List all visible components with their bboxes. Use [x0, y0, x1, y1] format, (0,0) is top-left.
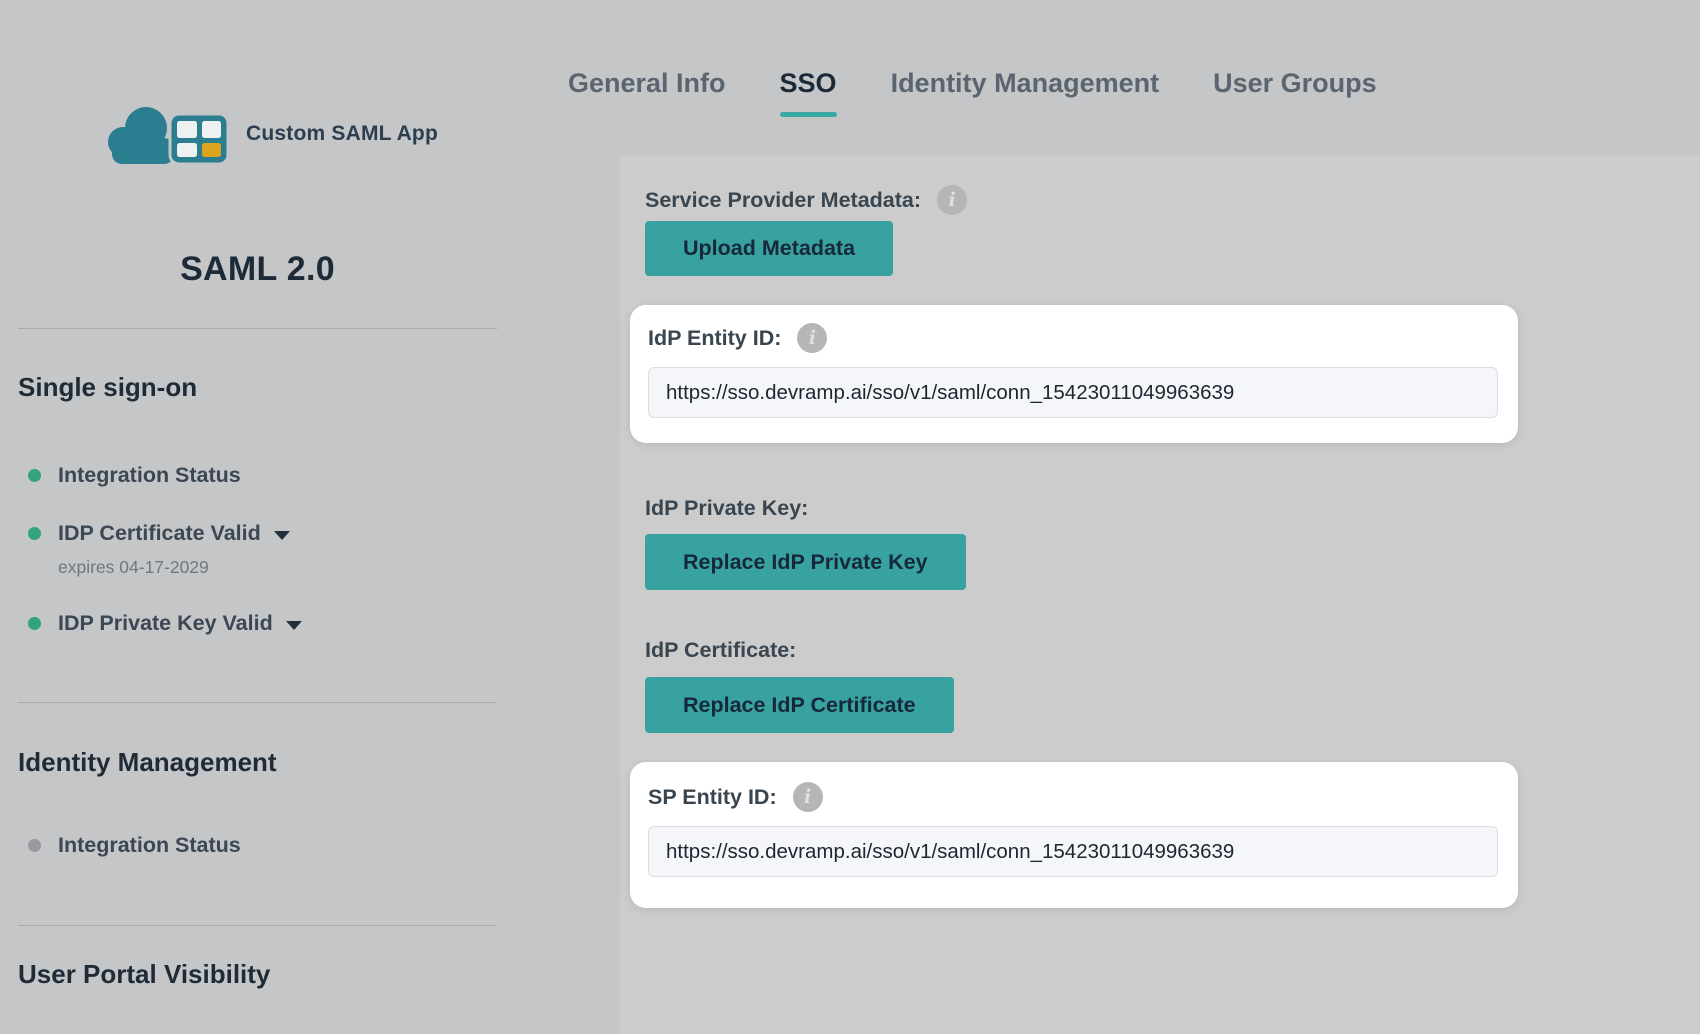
sidebar-divider	[18, 328, 497, 329]
sso-settings-panel: Service Provider Metadata: i Upload Meta…	[620, 155, 1700, 1034]
app-logo: Custom SAML App	[104, 102, 438, 166]
tab-identity-management[interactable]: Identity Management	[891, 68, 1160, 99]
info-icon[interactable]: i	[937, 185, 967, 215]
tab-sso[interactable]: SSO	[780, 68, 837, 117]
idp-entity-id-input[interactable]	[648, 367, 1498, 418]
tab-bar: General Info SSO Identity Management Use…	[568, 68, 1377, 117]
replace-idp-private-key-button[interactable]: Replace IdP Private Key	[645, 534, 966, 590]
sidebar-item-idm-integration-status: Integration Status	[18, 831, 241, 859]
status-dot-green-icon	[28, 469, 41, 482]
replace-idp-certificate-button[interactable]: Replace IdP Certificate	[645, 677, 954, 733]
protocol-title: SAML 2.0	[18, 250, 497, 289]
status-dot-gray-icon	[28, 839, 41, 852]
status-dot-green-icon	[28, 617, 41, 630]
sidebar-section-single-sign-on: Single sign-on	[18, 372, 197, 403]
tab-user-groups[interactable]: User Groups	[1213, 68, 1377, 99]
sidebar-section-identity-management: Identity Management	[18, 747, 277, 778]
active-tab-underline	[780, 112, 837, 117]
sp-entity-id-input[interactable]	[648, 826, 1498, 877]
sidebar-divider	[18, 925, 497, 926]
tab-general-info[interactable]: General Info	[568, 68, 726, 99]
app-name: Custom SAML App	[246, 122, 438, 146]
caret-down-icon[interactable]	[274, 531, 290, 540]
info-icon[interactable]: i	[793, 782, 823, 812]
idp-entity-id-label: IdP Entity ID: i	[648, 323, 827, 353]
idp-certificate-label: IdP Certificate:	[645, 638, 796, 663]
service-provider-metadata-label: Service Provider Metadata: i	[645, 185, 967, 215]
sidebar-divider	[18, 702, 497, 703]
certificate-expiry-text: expires 04-17-2029	[58, 557, 209, 578]
idp-private-key-label: IdP Private Key:	[645, 496, 808, 521]
saml-app-settings-page: Custom SAML App SAML 2.0 Single sign-on …	[0, 0, 1700, 1034]
sp-entity-id-label: SP Entity ID: i	[648, 782, 823, 812]
sidebar-section-user-portal-visibility: User Portal Visibility	[18, 959, 270, 990]
idp-entity-id-card: IdP Entity ID: i	[630, 305, 1518, 443]
sp-entity-id-card: SP Entity ID: i	[630, 762, 1518, 908]
sidebar-item-integration-status: Integration Status	[18, 461, 241, 489]
caret-down-icon[interactable]	[286, 621, 302, 630]
status-dot-green-icon	[28, 527, 41, 540]
cloud-grid-logo-icon	[104, 102, 236, 166]
sidebar-item-idp-private-key-valid[interactable]: IDP Private Key Valid	[18, 609, 302, 637]
upload-metadata-button[interactable]: Upload Metadata	[645, 221, 893, 276]
info-icon[interactable]: i	[797, 323, 827, 353]
sidebar-item-idp-certificate-valid[interactable]: IDP Certificate Valid	[18, 519, 290, 547]
